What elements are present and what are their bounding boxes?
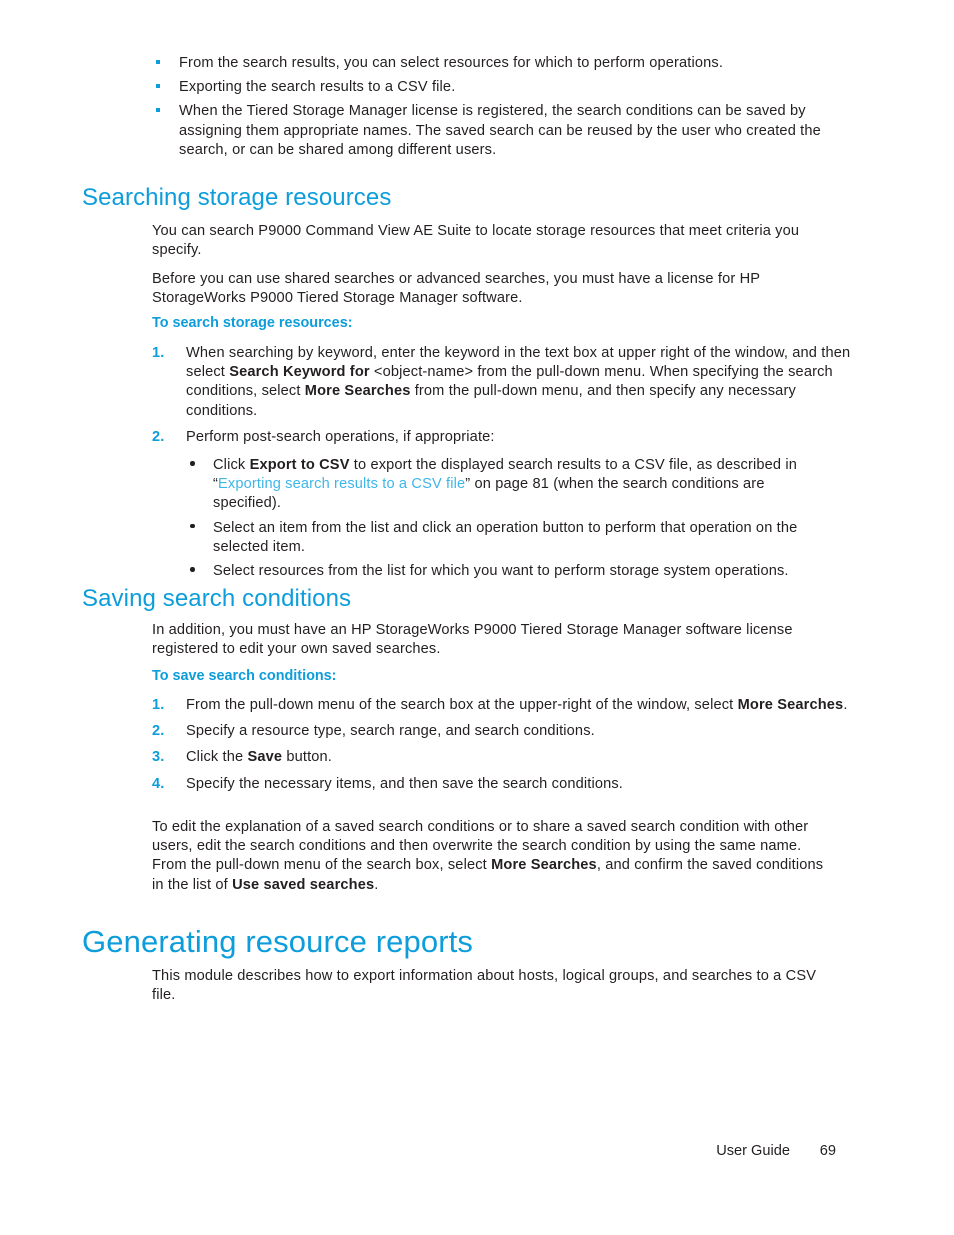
paragraph-saving-closing: To edit the explanation of a saved searc… bbox=[152, 818, 830, 895]
list-item-label: When the Tiered Storage Manager license … bbox=[179, 103, 821, 158]
list-item-number: 1. bbox=[152, 697, 165, 713]
intro-bullet-list: From the search results, you can select … bbox=[152, 54, 828, 165]
text-run: Specify the necessary items, and then sa… bbox=[186, 775, 623, 792]
list-item-number: 2. bbox=[152, 428, 165, 445]
list-item: 2. Perform post-search operations, if app… bbox=[152, 428, 852, 447]
document-page: From the search results, you can select … bbox=[0, 0, 954, 1235]
round-bullet-icon bbox=[190, 567, 195, 572]
text-run: Perform post-search operations, if appro… bbox=[186, 428, 495, 445]
bold-run: More Searches bbox=[491, 857, 597, 874]
list-item: 1. From the pull-down menu of the search … bbox=[152, 696, 852, 715]
square-bullet-icon bbox=[156, 108, 160, 113]
bold-run: More Searches bbox=[737, 697, 844, 713]
text-run: . bbox=[374, 876, 379, 893]
text-run: Specify a resource type, search range, a… bbox=[186, 723, 595, 740]
footer-page-number: 69 bbox=[819, 1143, 836, 1159]
list-item: From the search results, you can select … bbox=[152, 54, 828, 73]
list-item-label: Select resources from the list for which… bbox=[213, 563, 789, 579]
list-item-number: 2. bbox=[152, 723, 165, 740]
save-steps-list: 1. From the pull-down menu of the search … bbox=[152, 696, 852, 801]
page-footer: User Guide 69 bbox=[0, 1143, 954, 1159]
list-item-label: From the pull-down menu of the search bo… bbox=[186, 697, 848, 713]
list-item: Click Export to CSV to export the displa… bbox=[188, 456, 836, 514]
list-item-number: 1. bbox=[152, 345, 165, 361]
list-item-label: When searching by keyword, enter the key… bbox=[186, 345, 850, 419]
text-run: button. bbox=[282, 749, 333, 766]
list-item-label: From the search results, you can select … bbox=[179, 55, 724, 71]
list-item-label: Select an item from the list and click a… bbox=[213, 520, 797, 555]
list-item-label: Specify a resource type, search range, a… bbox=[186, 723, 595, 739]
bold-run: Search Keyword for bbox=[229, 364, 370, 381]
text-run: From the pull-down menu of the search bo… bbox=[186, 697, 738, 713]
list-item: Select resources from the list for which… bbox=[188, 562, 836, 581]
subheading-to-save-search-conditions: To save search conditions: bbox=[152, 668, 337, 684]
list-item-label: Click Export to CSV to export the displa… bbox=[213, 457, 797, 511]
text-run: Select an item from the list and click a… bbox=[213, 519, 798, 555]
list-item-label: Perform post-search operations, if appro… bbox=[186, 429, 495, 445]
search-steps-list: 1. When searching by keyword, enter the k… bbox=[152, 344, 852, 454]
bold-run: More Searches bbox=[304, 383, 411, 400]
paragraph-saving-intro: In addition, you must have an HP Storage… bbox=[152, 622, 793, 658]
bold-run: Save bbox=[247, 749, 283, 766]
square-bullet-icon bbox=[156, 60, 160, 64]
heading-saving-search-conditions: Saving search conditions bbox=[82, 585, 352, 612]
square-bullet-icon bbox=[156, 84, 160, 89]
paragraph-search-intro-1: You can search P9000 Command View AE Sui… bbox=[152, 223, 800, 259]
round-bullet-icon bbox=[190, 461, 195, 466]
subheading-to-search-storage-resources: To search storage resources: bbox=[152, 315, 353, 331]
list-item: 1. When searching by keyword, enter the k… bbox=[152, 344, 852, 421]
list-item-label: Click the Save button. bbox=[186, 749, 332, 765]
heading-searching-storage-resources: Searching storage resources bbox=[82, 184, 392, 211]
footer-label: User Guide bbox=[716, 1143, 790, 1159]
bold-run: Use saved searches bbox=[232, 876, 375, 893]
list-item: 3. Click the Save button. bbox=[152, 748, 852, 767]
list-item-number: 4. bbox=[152, 775, 165, 792]
list-item: 4. Specify the necessary items, and then … bbox=[152, 775, 852, 794]
list-item: 2. Specify a resource type, search range,… bbox=[152, 722, 852, 741]
paragraph-search-intro-2: Before you can use shared searches or ad… bbox=[152, 271, 760, 307]
list-item-number: 3. bbox=[152, 749, 165, 766]
text-run: Click the bbox=[186, 749, 248, 766]
cross-reference-link[interactable]: Exporting search results to a CSV file bbox=[218, 476, 465, 492]
heading-generating-resource-reports: Generating resource reports bbox=[82, 924, 474, 959]
list-item: Select an item from the list and click a… bbox=[188, 519, 836, 557]
text-run: Select resources from the list for which… bbox=[213, 563, 789, 580]
post-search-operations-list: Click Export to CSV to export the displa… bbox=[188, 456, 836, 586]
list-item: Exporting the search results to a CSV fi… bbox=[152, 78, 828, 97]
list-item: When the Tiered Storage Manager license … bbox=[152, 102, 828, 160]
list-item-label: Exporting the search results to a CSV fi… bbox=[179, 79, 456, 96]
list-item-label: Specify the necessary items, and then sa… bbox=[186, 776, 623, 792]
paragraph-generating-intro: This module describes how to export info… bbox=[152, 968, 817, 1004]
text-run: Click bbox=[213, 457, 250, 473]
text-run: . bbox=[843, 697, 848, 713]
round-bullet-icon bbox=[190, 523, 195, 529]
bold-run: Export to CSV bbox=[249, 457, 350, 473]
